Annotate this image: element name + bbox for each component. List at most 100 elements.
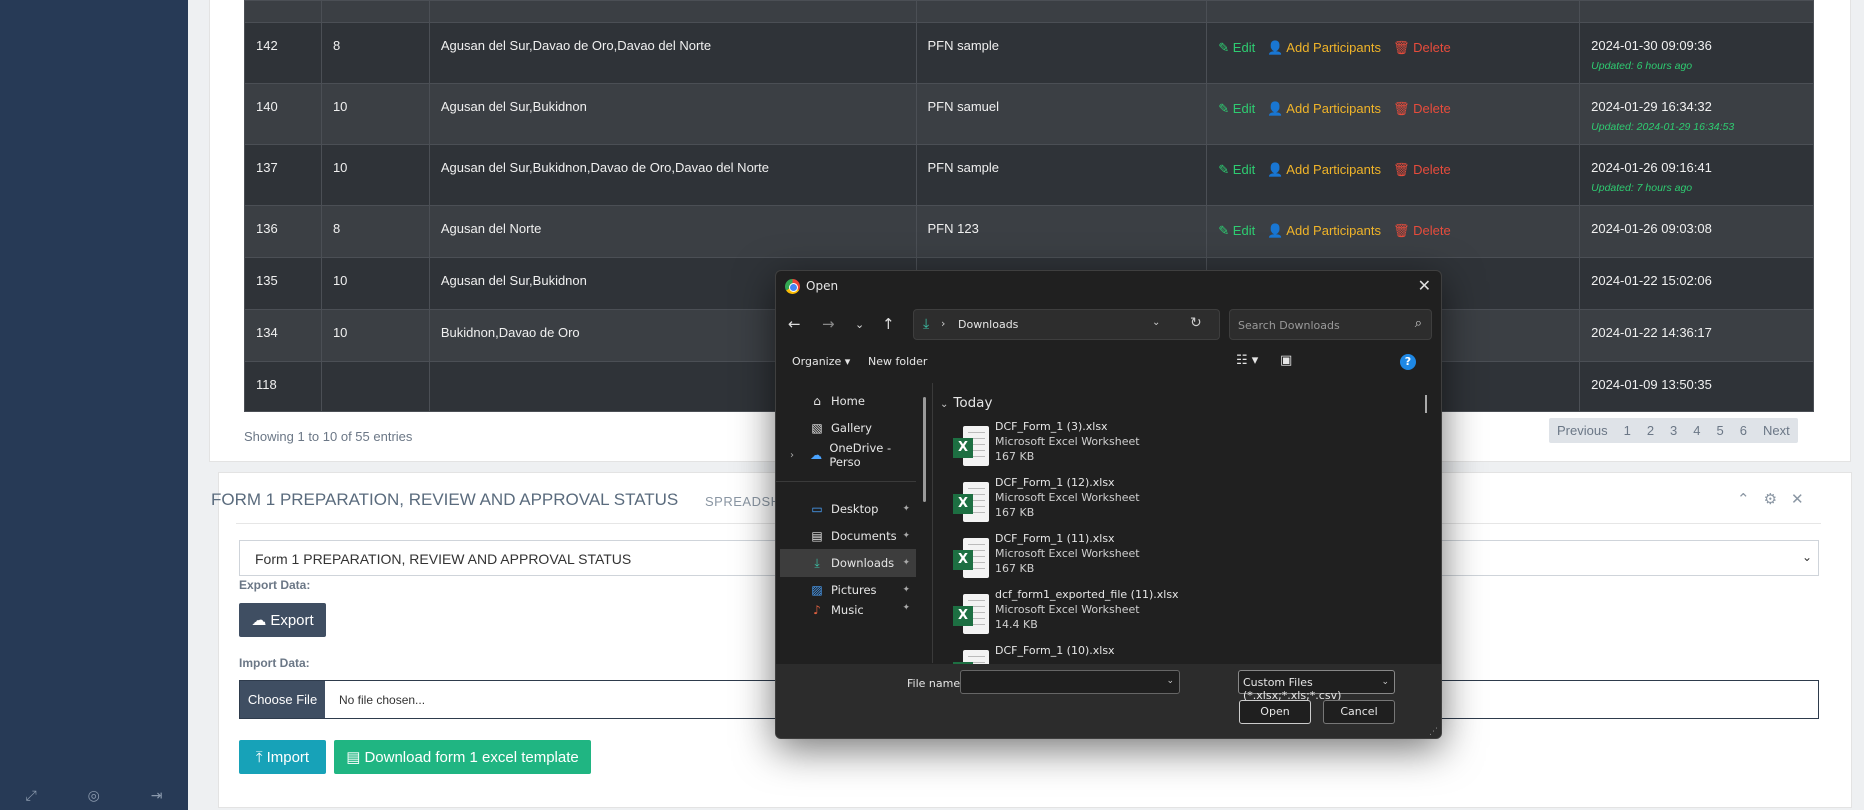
music-icon: ♪ xyxy=(813,603,821,617)
cell-areas-text: Agusan del Sur,Bukidnon xyxy=(440,99,587,114)
trash-icon: 🗑 xyxy=(1392,223,1414,238)
file-list-scrollbar[interactable] xyxy=(1425,395,1427,413)
close-icon[interactable]: ✕ xyxy=(1791,490,1804,508)
delete-link[interactable]: 🗑 Delete xyxy=(1393,162,1451,177)
add-participants-link[interactable]: 👤 Add Participants xyxy=(1267,162,1381,177)
nav-item-downloads[interactable]: ⤓ Downloads ✦ xyxy=(780,549,916,577)
up-arrow-icon[interactable]: ↑ xyxy=(882,315,895,333)
pager-page[interactable]: 4 xyxy=(1685,418,1708,443)
pager-previous[interactable]: Previous xyxy=(1549,418,1616,443)
nav-item-music[interactable]: ♪ Music ✦ xyxy=(780,603,916,617)
chrome-icon xyxy=(785,279,800,294)
cell-actions: ✎ Edit 👤 Add Participants 🗑 Delete xyxy=(1206,205,1581,258)
file-item[interactable]: Xdcf_form1_exported_file (11).xlsx Micros… xyxy=(953,588,1253,643)
import-button[interactable]: ⤒ Import xyxy=(239,740,326,774)
nav-item-pictures[interactable]: ▨ Pictures ✦ xyxy=(780,576,916,604)
add-participants-link[interactable]: 👤 Add Participants xyxy=(1267,40,1381,55)
download-template-button[interactable]: ▤ Download form 1 excel template xyxy=(334,740,591,774)
address-bar[interactable]: ⤓ › Downloads ⌄ ↻ xyxy=(913,309,1220,340)
nav-item-home[interactable]: ⌂ Home xyxy=(780,387,916,415)
back-arrow-icon[interactable]: ← xyxy=(788,315,801,333)
add-participants-link[interactable]: 👤 Add Participants xyxy=(1267,223,1381,238)
export-button[interactable]: ☁ Export xyxy=(239,603,326,637)
chevron-right-icon[interactable]: › xyxy=(790,450,794,461)
trash-icon: 🗑 xyxy=(1392,162,1414,177)
pager-page[interactable]: 5 xyxy=(1709,418,1732,443)
chevron-down-icon[interactable]: ⌄ xyxy=(855,318,864,331)
view-options-icon[interactable]: ☷ ▾ xyxy=(1236,353,1258,368)
organize-menu[interactable]: Organize ▾ xyxy=(792,355,850,368)
edit-label: Edit xyxy=(1232,101,1256,116)
open-file-dialog: Open ✕ ← → ⌄ ↑ ⤓ › Downloads ⌄ ↻ Search … xyxy=(775,270,1442,739)
choose-file-button[interactable]: Choose File xyxy=(240,681,325,718)
file-item[interactable]: X DCF_Form_1 (11).xlsx Microsoft Excel Wor… xyxy=(953,532,1253,587)
file-name: DCF_Form_1 (11).xlsx xyxy=(995,532,1115,545)
refresh-icon[interactable]: ↻ xyxy=(1190,315,1202,331)
edit-link[interactable]: ✎ Edit xyxy=(1218,101,1255,116)
nav-item-label: Pictures xyxy=(831,583,877,597)
new-folder-button[interactable]: New folder xyxy=(868,355,927,368)
command-bar: Organize ▾ New folder ☷ ▾ ▣ xyxy=(776,347,1441,377)
delete-link[interactable]: 🗑 Delete xyxy=(1393,40,1451,55)
navigation-pane: ⌂ Home ▧ Gallery › ☁ OneDrive - Perso ▭ Deskt… xyxy=(776,383,936,663)
expand-icon[interactable]: ⤢ xyxy=(25,787,36,804)
chevron-down-icon[interactable]: ⌄ xyxy=(1152,317,1160,328)
file-type: Microsoft Excel Worksheet xyxy=(995,547,1140,560)
sign-out-icon[interactable]: ⇥ xyxy=(151,787,163,804)
file-size: 14.4 KB xyxy=(995,618,1038,631)
open-button[interactable]: Open xyxy=(1239,700,1311,724)
pager-page[interactable]: 1 xyxy=(1616,418,1639,443)
pin-icon: ✦ xyxy=(902,504,910,514)
delete-link[interactable]: 🗑 Delete xyxy=(1393,223,1451,238)
chevron-down-icon: ⌄ xyxy=(1801,550,1812,564)
eye-slash-icon[interactable]: ◎ xyxy=(88,787,100,804)
search-box[interactable]: Search Downloads ⌕ xyxy=(1229,309,1432,340)
cell-areas-text: Agusan del Sur,Davao de Oro,Davao del No… xyxy=(440,38,712,53)
nav-item-onedrive[interactable]: › ☁ OneDrive - Perso xyxy=(780,441,916,469)
resize-grip-icon[interactable]: ⋰ xyxy=(1429,727,1438,737)
nav-item-gallery[interactable]: ▧ Gallery xyxy=(780,414,916,442)
cell-actions: ✎ Edit 👤 Add Participants 🗑 Delete xyxy=(1206,144,1581,206)
panel-subtitle: SPREADSH xyxy=(705,494,781,509)
cell-count-text: 10 xyxy=(332,160,348,175)
chevron-down-icon[interactable]: ⌄ xyxy=(1166,676,1174,686)
pager-page[interactable]: 2 xyxy=(1639,418,1662,443)
add-participants-link[interactable]: 👤 Add Participants xyxy=(1267,101,1381,116)
file-item[interactable]: X DCF_Form_1 (3).xlsx Microsoft Excel Work… xyxy=(953,420,1253,475)
close-icon[interactable]: ✕ xyxy=(1418,276,1431,295)
add-participants-label: Add Participants xyxy=(1286,40,1381,55)
nav-scrollbar[interactable] xyxy=(923,397,926,502)
nav-item-documents[interactable]: ▤ Documents ✦ xyxy=(780,522,916,550)
pager-page[interactable]: 3 xyxy=(1662,418,1685,443)
edit-link[interactable]: ✎ Edit xyxy=(1218,40,1255,55)
file-name: dcf_form1_exported_file (11).xlsx xyxy=(995,588,1179,601)
created-date: 2024-01-29 16:34:32 xyxy=(1591,99,1712,114)
cancel-button[interactable]: Cancel xyxy=(1323,700,1395,724)
help-icon[interactable]: ? xyxy=(1400,354,1416,370)
pager-next[interactable]: Next xyxy=(1755,418,1798,443)
dialog-title: Open xyxy=(806,279,839,293)
pager-page[interactable]: 6 xyxy=(1732,418,1755,443)
cell-date: 2024-01-26 09:03:08 xyxy=(1579,205,1814,258)
table-row: 136 8 Agusan del Norte PFN 123 ✎ Edit 👤 Add P… xyxy=(244,205,1814,258)
nav-item-label: Downloads xyxy=(831,556,895,570)
delete-label: Delete xyxy=(1413,40,1451,55)
filetype-select[interactable]: Custom Files (*.xlsx;*.xls;*.csv) ⌄ xyxy=(1238,670,1395,702)
address-path: Downloads xyxy=(958,318,1019,331)
cell-name-text: PFN samuel xyxy=(927,99,1000,114)
edit-link[interactable]: ✎ Edit xyxy=(1218,162,1255,177)
file-name: DCF_Form_1 (3).xlsx xyxy=(995,420,1108,433)
preview-pane-icon[interactable]: ▣ xyxy=(1280,353,1292,368)
collapse-icon[interactable]: ⌃ xyxy=(1737,490,1750,508)
nav-item-desktop[interactable]: ▭ Desktop ✦ xyxy=(780,495,916,523)
filename-input[interactable]: ⌄ xyxy=(960,670,1180,694)
group-header[interactable]: ⌄ Today xyxy=(940,395,992,411)
wrench-icon[interactable]: ⚙ xyxy=(1764,490,1777,508)
delete-link[interactable]: 🗑 Delete xyxy=(1393,101,1451,116)
file-item[interactable]: X DCF_Form_1 (12).xlsx Microsoft Excel Wor… xyxy=(953,476,1253,531)
edit-link[interactable]: ✎ Edit xyxy=(1218,223,1255,238)
forward-arrow-icon[interactable]: → xyxy=(822,315,835,333)
cell-id: 140 xyxy=(244,83,322,145)
cell-count-text: 10 xyxy=(332,99,348,114)
excel-file-icon: X xyxy=(953,426,989,468)
